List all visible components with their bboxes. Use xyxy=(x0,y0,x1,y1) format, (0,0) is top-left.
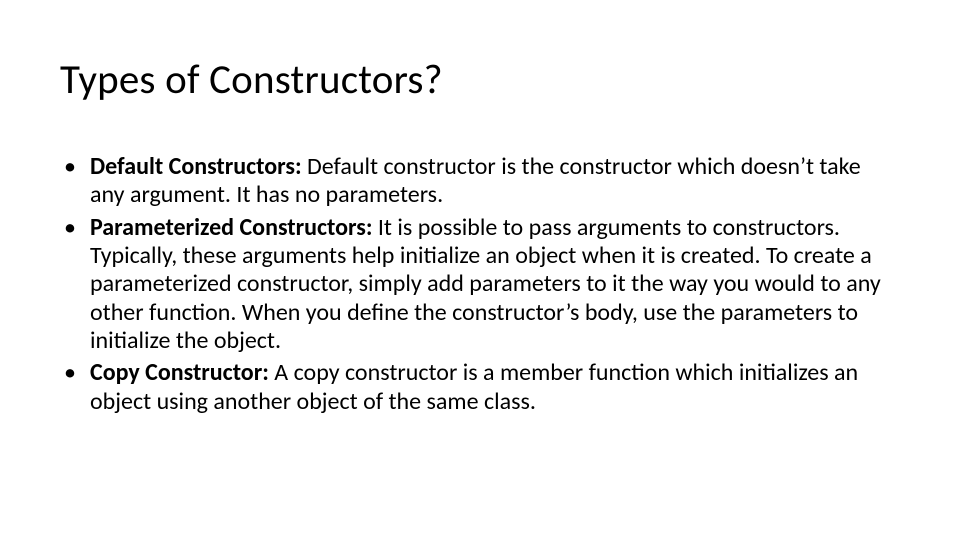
bullet-bold: Copy Constructor: xyxy=(90,358,274,387)
list-item: • Default Constructors: Default construc… xyxy=(60,153,900,210)
list-item: • Copy Constructor: A copy constructor i… xyxy=(60,359,900,416)
bullet-marker: • xyxy=(60,153,90,210)
bullet-text: Default Constructors: Default constructo… xyxy=(90,153,900,210)
bullet-text: Copy Constructor: A copy constructor is … xyxy=(90,359,900,416)
bullet-bold: Default Constructors: xyxy=(90,152,307,181)
slide-body: • Default Constructors: Default construc… xyxy=(60,153,900,416)
slide-title: Types of Constructors? xyxy=(60,55,900,105)
bullet-marker: • xyxy=(60,359,90,416)
bullet-bold: Parameterized Constructors: xyxy=(90,213,378,242)
list-item: • Parameterized Constructors: It is poss… xyxy=(60,214,900,356)
bullet-marker: • xyxy=(60,214,90,356)
bullet-text: Parameterized Constructors: It is possib… xyxy=(90,214,900,356)
slide: Types of Constructors? • Default Constru… xyxy=(0,0,960,540)
